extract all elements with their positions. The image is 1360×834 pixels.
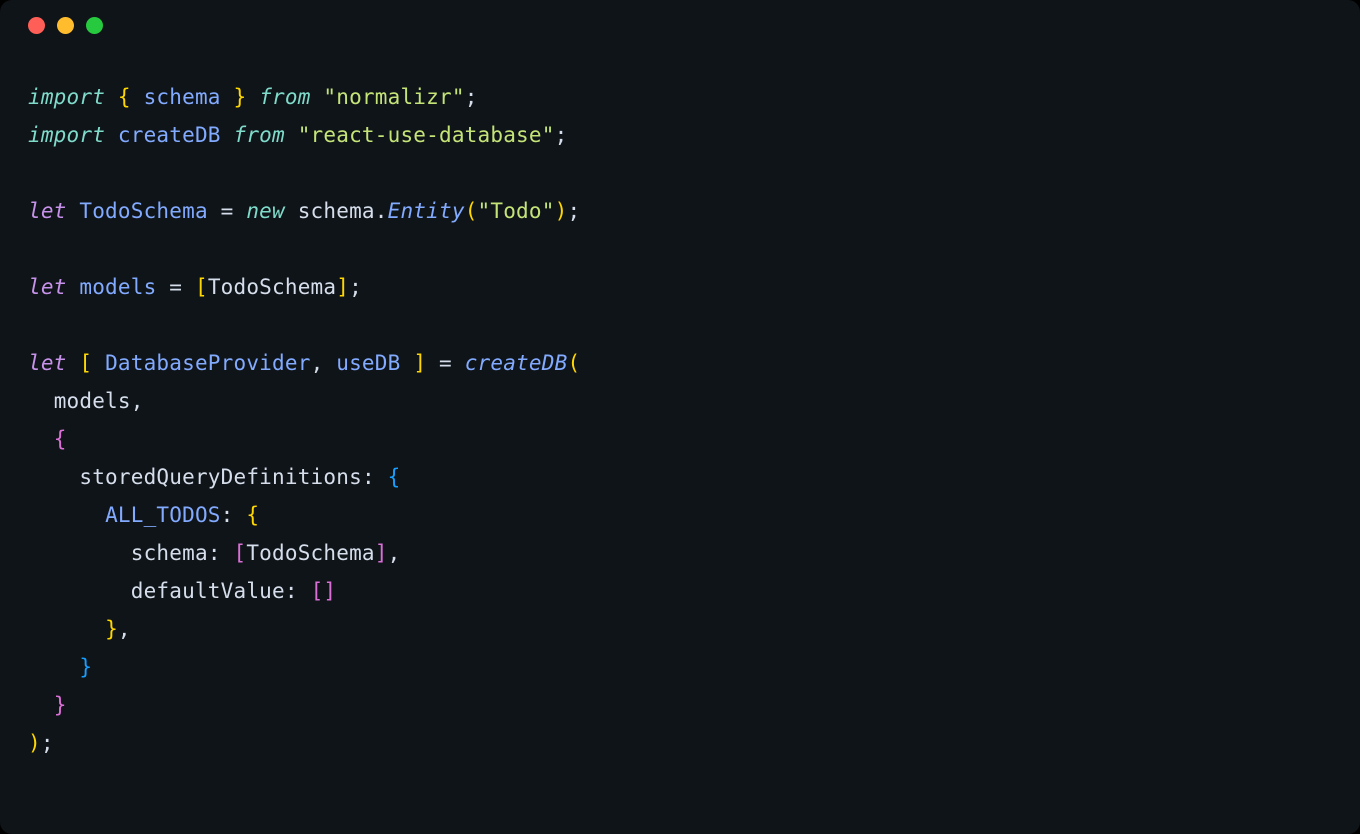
bracket: [	[311, 579, 324, 603]
keyword-let: let	[28, 351, 67, 375]
keyword-let: let	[28, 199, 67, 223]
brace: {	[54, 427, 67, 451]
keyword-from: from	[234, 123, 285, 147]
equals: =	[221, 199, 234, 223]
semicolon: ;	[465, 85, 478, 109]
keyword-new: new	[246, 199, 285, 223]
paren: (	[567, 351, 580, 375]
semicolon: ;	[349, 275, 362, 299]
paren: (	[465, 199, 478, 223]
property-defaultValue: defaultValue	[131, 579, 285, 603]
identifier-DatabaseProvider: DatabaseProvider	[105, 351, 311, 375]
colon: :	[221, 503, 234, 527]
bracket: ]	[323, 579, 336, 603]
colon: :	[285, 579, 298, 603]
paren: )	[28, 731, 41, 755]
brace: {	[246, 503, 259, 527]
comma: ,	[311, 351, 324, 375]
identifier-schema: schema	[144, 85, 221, 109]
equals: =	[439, 351, 452, 375]
brace: }	[79, 655, 92, 679]
keyword-from: from	[259, 85, 310, 109]
semicolon: ;	[555, 123, 568, 147]
comma: ,	[388, 541, 401, 565]
method-Entity: Entity	[388, 199, 465, 223]
close-window-button[interactable]	[28, 17, 45, 34]
equals: =	[169, 275, 182, 299]
property-storedQueryDefinitions: storedQueryDefinitions	[79, 465, 362, 489]
keyword-import: import	[28, 123, 105, 147]
identifier-useDB: useDB	[336, 351, 400, 375]
minimize-window-button[interactable]	[57, 17, 74, 34]
colon: :	[208, 541, 221, 565]
string-literal: "normalizr"	[323, 85, 464, 109]
brace: }	[234, 85, 247, 109]
paren: )	[555, 199, 568, 223]
property-schema: schema	[131, 541, 208, 565]
identifier-models: models	[54, 389, 131, 413]
brace: {	[388, 465, 401, 489]
brace: {	[118, 85, 131, 109]
bracket: ]	[413, 351, 426, 375]
bracket: ]	[336, 275, 349, 299]
bracket: ]	[375, 541, 388, 565]
dot: .	[375, 199, 388, 223]
identifier-createDB: createDB	[118, 123, 221, 147]
string-literal: "Todo"	[478, 199, 555, 223]
property-ALL_TODOS: ALL_TODOS	[105, 503, 221, 527]
semicolon: ;	[567, 199, 580, 223]
bracket: [	[195, 275, 208, 299]
maximize-window-button[interactable]	[86, 17, 103, 34]
brace: }	[105, 617, 118, 641]
window-titlebar	[0, 0, 1360, 50]
code-content[interactable]: import { schema } from "normalizr"; impo…	[0, 50, 1360, 790]
colon: :	[362, 465, 375, 489]
identifier-schema: schema	[298, 199, 375, 223]
bracket: [	[79, 351, 92, 375]
keyword-import: import	[28, 85, 105, 109]
comma: ,	[131, 389, 144, 413]
identifier-models: models	[79, 275, 156, 299]
keyword-let: let	[28, 275, 67, 299]
semicolon: ;	[41, 731, 54, 755]
string-literal: "react-use-database"	[298, 123, 555, 147]
function-call-createDB: createDB	[465, 351, 568, 375]
code-editor-window: import { schema } from "normalizr"; impo…	[0, 0, 1360, 834]
identifier-TodoSchema: TodoSchema	[208, 275, 336, 299]
brace: }	[54, 693, 67, 717]
comma: ,	[118, 617, 131, 641]
identifier-TodoSchema: TodoSchema	[246, 541, 374, 565]
identifier-TodoSchema: TodoSchema	[79, 199, 207, 223]
bracket: [	[234, 541, 247, 565]
